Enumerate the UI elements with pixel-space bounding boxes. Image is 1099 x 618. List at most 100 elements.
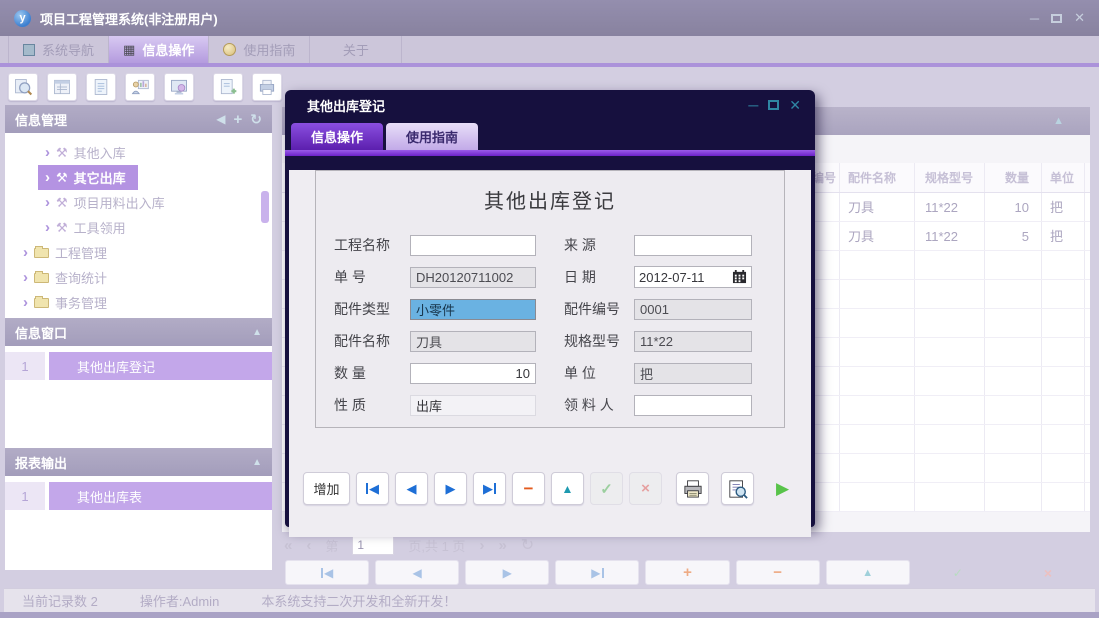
print-button[interactable] bbox=[676, 472, 709, 505]
prev-record-button[interactable]: ◀ bbox=[395, 472, 428, 505]
dialog-titlebar[interactable]: 其他出库登记 ─ ✕ bbox=[285, 90, 815, 120]
edit-record-button[interactable]: ▲ bbox=[825, 560, 910, 585]
commit-button[interactable]: ✓ bbox=[590, 472, 623, 505]
picker-input[interactable] bbox=[634, 394, 752, 416]
tree-item-project-material[interactable]: › ⚒ 项目用料出入库 bbox=[5, 190, 272, 215]
source-input[interactable] bbox=[634, 234, 752, 256]
column-header[interactable]: 规格型号 bbox=[915, 163, 985, 192]
tree-item-query-stats[interactable]: › 查询统计 bbox=[5, 265, 272, 290]
tree-item-label: 项目用料出入库 bbox=[73, 196, 165, 211]
dialog-close-icon[interactable]: ✕ bbox=[789, 97, 801, 114]
tree-item-tool-borrow[interactable]: › ⚒ 工具领用 bbox=[5, 215, 272, 240]
refresh-icon[interactable]: ↻ bbox=[250, 111, 262, 128]
date-input[interactable] bbox=[635, 268, 727, 286]
add-icon[interactable]: + bbox=[234, 111, 243, 128]
last-page-icon[interactable]: » bbox=[498, 537, 506, 554]
first-page-icon[interactable]: « bbox=[284, 537, 292, 554]
square-icon bbox=[23, 43, 35, 56]
tree-item-project-mgmt[interactable]: › 工程管理 bbox=[5, 240, 272, 265]
search-button[interactable] bbox=[8, 73, 38, 101]
tab-info-operation[interactable]: ▦ 信息操作 bbox=[109, 36, 210, 63]
column-header[interactable]: 配件名称 bbox=[840, 163, 915, 192]
prev-record-button[interactable]: ◀ bbox=[375, 560, 460, 585]
user-report-button[interactable] bbox=[125, 73, 155, 101]
part-type-input[interactable] bbox=[410, 298, 536, 320]
page-label: 第 bbox=[325, 538, 339, 554]
dialog-minimize-icon[interactable]: ─ bbox=[748, 97, 758, 113]
next-record-button[interactable]: ▶ bbox=[434, 472, 467, 505]
qty-input[interactable] bbox=[410, 362, 536, 384]
tool-icon: ⚒ bbox=[56, 169, 68, 185]
tree-item-other-inbound[interactable]: › ⚒ 其他入库 bbox=[5, 140, 272, 165]
column-header[interactable]: 数量 bbox=[985, 163, 1042, 192]
first-record-button[interactable]: ◀ bbox=[285, 560, 370, 585]
page-number-input[interactable] bbox=[352, 535, 395, 555]
run-button[interactable]: ▶ bbox=[766, 472, 799, 505]
minimize-icon[interactable]: ─ bbox=[1030, 11, 1039, 26]
collapse-up-icon[interactable]: ▲ bbox=[252, 327, 262, 338]
last-record-button[interactable]: ▶ bbox=[555, 560, 640, 585]
cell-qty: 5 bbox=[985, 222, 1042, 250]
list-item-outbound-register[interactable]: 1 其他出库登记 bbox=[5, 352, 272, 380]
first-record-button[interactable]: ◀ bbox=[356, 472, 389, 505]
add-record-button[interactable]: + bbox=[645, 560, 730, 585]
preview-button[interactable] bbox=[721, 472, 754, 505]
chevron-right-icon: › bbox=[23, 243, 28, 261]
dialog-maximize-icon[interactable] bbox=[768, 100, 780, 110]
row-label: 其他出库表 bbox=[49, 482, 272, 510]
device-button[interactable] bbox=[252, 73, 282, 101]
cell-part-name: 刀具 bbox=[840, 222, 915, 250]
dialog-tabbar: 信息操作 使用指南 bbox=[285, 120, 815, 150]
monitor-view-button[interactable] bbox=[164, 73, 194, 101]
tab-system-nav[interactable]: 系统导航 bbox=[8, 36, 110, 63]
column-header[interactable]: 单位 bbox=[1042, 163, 1085, 192]
document-button[interactable] bbox=[86, 73, 116, 101]
prev-page-icon[interactable]: ‹ bbox=[306, 537, 311, 554]
tab-user-guide[interactable]: 使用指南 bbox=[209, 36, 311, 63]
doc-new-icon bbox=[220, 79, 237, 95]
tab-label: 信息操作 bbox=[142, 43, 195, 58]
next-icon: ▶ bbox=[502, 565, 512, 580]
calendar-button[interactable] bbox=[727, 267, 751, 287]
cancel-button[interactable]: × bbox=[629, 472, 662, 505]
folder-icon bbox=[34, 245, 49, 258]
project-name-input[interactable] bbox=[410, 234, 536, 256]
part-no-input bbox=[634, 298, 752, 320]
list-item-outbound-report[interactable]: 1 其他出库表 bbox=[5, 482, 272, 510]
dialog-tab-user-guide[interactable]: 使用指南 bbox=[386, 123, 478, 150]
scrollbar-thumb[interactable] bbox=[261, 191, 269, 223]
refresh-icon[interactable]: ↻ bbox=[521, 535, 534, 555]
next-record-button[interactable]: ▶ bbox=[465, 560, 550, 585]
collapse-up-icon[interactable]: ▲ bbox=[1053, 115, 1064, 127]
last-record-button[interactable]: ▶ bbox=[473, 472, 506, 505]
window-titlebar: y 项目工程管理系统(非注册用户) ─ ✕ bbox=[0, 0, 1099, 36]
collapse-left-icon[interactable]: ◀ bbox=[216, 112, 225, 126]
next-page-icon[interactable]: › bbox=[479, 537, 484, 554]
dialog-tab-info-operation[interactable]: 信息操作 bbox=[291, 123, 383, 150]
chevron-right-icon: › bbox=[45, 168, 50, 186]
chevron-right-icon: › bbox=[45, 218, 50, 236]
part-no-label: 配件编号 bbox=[564, 301, 620, 317]
delete-record-button[interactable]: − bbox=[512, 472, 545, 505]
add-button[interactable]: 增加 bbox=[303, 472, 350, 505]
tree-item-other-outbound-selected[interactable]: › ⚒ 其它出库 bbox=[5, 165, 272, 190]
delete-record-button[interactable]: − bbox=[735, 560, 820, 585]
commit-button[interactable]: ✓ bbox=[916, 560, 1000, 585]
triangle-up-icon: ▲ bbox=[561, 481, 574, 496]
tool-icon: ⚒ bbox=[56, 194, 68, 210]
restore-icon[interactable] bbox=[1051, 13, 1063, 23]
doc-new-button[interactable] bbox=[213, 73, 243, 101]
tab-about[interactable]: 关于 bbox=[310, 36, 403, 63]
last-icon: ▶ bbox=[591, 565, 601, 580]
panel-title: 信息管理 bbox=[15, 112, 68, 128]
edit-record-button[interactable]: ▲ bbox=[551, 472, 584, 505]
panel-header-info-mgmt[interactable]: 信息管理 ◀ + ↻ bbox=[5, 105, 272, 133]
close-icon[interactable]: ✕ bbox=[1074, 10, 1085, 26]
panel-header-report-output[interactable]: 报表输出 ▲ bbox=[5, 448, 272, 476]
collapse-up-icon[interactable]: ▲ bbox=[252, 457, 262, 468]
form-list-button[interactable] bbox=[47, 73, 77, 101]
panel-header-info-window[interactable]: 信息窗口 ▲ bbox=[5, 318, 272, 346]
part-type-label: 配件类型 bbox=[334, 301, 390, 317]
cancel-button[interactable]: × bbox=[1006, 560, 1090, 585]
tree-item-affairs-mgmt[interactable]: › 事务管理 bbox=[5, 290, 272, 315]
